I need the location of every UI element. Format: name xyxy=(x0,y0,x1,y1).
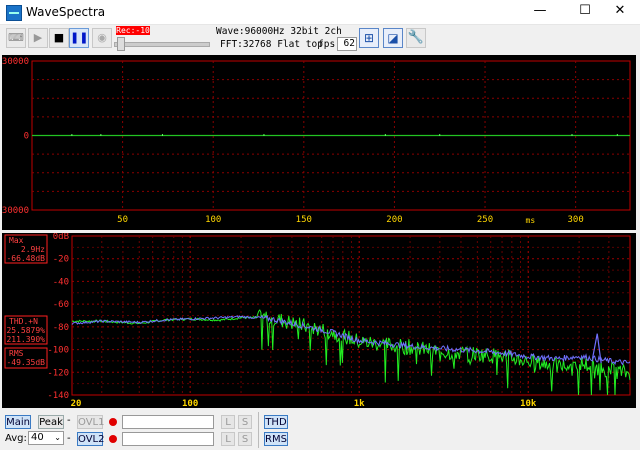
stop-icon: ■ xyxy=(53,31,65,44)
spectrum-panel[interactable]: 0dB -20 -40 -60 -80 -100 -120 -140 20 100 1k 10k Max… xyxy=(2,233,636,408)
record-level-slider-track[interactable] xyxy=(114,42,210,47)
spectrum-y-tick-label: -140 xyxy=(47,391,69,401)
play-button[interactable]: ▶ xyxy=(28,28,48,48)
wave-x-tick-label: 150 xyxy=(296,215,312,225)
wave-y-tick-label: 30000 xyxy=(2,57,29,67)
spectrum-settings-button[interactable]: ◪ xyxy=(383,28,403,48)
wrench-icon: 🔧 xyxy=(407,30,425,45)
spectrum-x-tick-label: 1k xyxy=(354,399,365,408)
waveform-panel[interactable]: 30000 0 -30000 50 100 150 200 250 300 ms xyxy=(2,55,636,230)
ovl1-button[interactable]: OVL1 xyxy=(77,415,104,429)
dash-1: - xyxy=(67,415,71,426)
device-settings-button[interactable]: ⌨ xyxy=(6,28,26,48)
ovl2-save-button[interactable]: S xyxy=(238,432,252,446)
wave-format-info: Wave:96000Hz 32bit 2ch xyxy=(216,26,342,37)
ovl1-field[interactable] xyxy=(122,415,214,429)
pause-icon: ❚❚ xyxy=(70,31,89,44)
spectrum-x-tick-label: 10k xyxy=(520,399,537,408)
wave-settings-button[interactable]: ⊞ xyxy=(359,28,379,48)
wave-x-tick-label: 50 xyxy=(117,215,128,225)
wave-x-unit-label: ms xyxy=(526,216,536,225)
pause-button[interactable]: ❚❚ xyxy=(69,28,89,48)
spectrum-y-tick-label: -20 xyxy=(53,255,69,265)
spectrum-y-tick-label: -40 xyxy=(53,277,69,287)
minimize-button[interactable]: — xyxy=(520,0,560,24)
rms-button[interactable]: RMS xyxy=(264,432,288,446)
close-button[interactable]: ✕ xyxy=(600,0,640,24)
record-level-slider-thumb[interactable] xyxy=(117,37,125,51)
waveform-chart: 30000 0 -30000 50 100 150 200 250 300 ms xyxy=(2,57,631,225)
spectrum-y-tick-label: -120 xyxy=(47,368,69,378)
chevron-down-icon: ⌄ xyxy=(54,433,61,442)
ovl2-field[interactable] xyxy=(122,432,214,446)
ovl2-load-button[interactable]: L xyxy=(221,432,235,446)
fft-info: FFT:32768 Flat top xyxy=(220,39,323,50)
stop-button[interactable]: ■ xyxy=(49,28,69,48)
max-title: Max xyxy=(9,236,24,245)
spectrum-y-tick-label: -100 xyxy=(47,346,69,356)
rms-value: -49.35dB xyxy=(6,358,45,367)
window-title: WaveSpectra xyxy=(26,5,106,19)
max-level: -66.48dB xyxy=(6,254,45,263)
device-icon: ⌨ xyxy=(8,31,24,44)
divider xyxy=(258,412,259,448)
avg-value: 40 xyxy=(31,432,44,443)
dash-2: - xyxy=(67,433,71,444)
wave-y-tick-label: 0 xyxy=(24,132,29,142)
ovl2-button[interactable]: OVL2 xyxy=(77,432,104,446)
main-button[interactable]: Main xyxy=(5,415,31,429)
thd-value-right: 211.390% xyxy=(6,335,45,344)
tools-button[interactable]: 🔧 xyxy=(406,28,426,48)
avg-select[interactable]: 40 ⌄ xyxy=(28,431,64,445)
spectrum-y-tick-label: -80 xyxy=(53,323,69,333)
thd-title: THD.+N xyxy=(9,317,38,326)
wave-x-tick-label: 100 xyxy=(205,215,221,225)
max-frequency: 2.9Hz xyxy=(21,245,45,254)
spectrum-y-tick-label: 0dB xyxy=(53,233,69,242)
record-icon: ◉ xyxy=(97,31,107,44)
ovl2-record-dot[interactable] xyxy=(109,435,117,443)
spectrum-settings-icon: ◪ xyxy=(387,31,399,45)
thd-button[interactable]: THD xyxy=(264,415,288,429)
avg-label: Avg: xyxy=(5,433,27,444)
ovl1-load-button[interactable]: L xyxy=(221,415,235,429)
spectrum-x-tick-label: 20 xyxy=(71,399,82,408)
fps-value: 62 xyxy=(337,37,357,51)
title-bar: WaveSpectra — ☐ ✕ xyxy=(0,0,640,25)
spectrum-y-tick-label: -60 xyxy=(53,300,69,310)
peak-button[interactable]: Peak xyxy=(38,415,64,429)
record-level-indicator: Rec:-10 xyxy=(116,26,150,35)
play-icon: ▶ xyxy=(33,31,43,44)
record-button[interactable]: ◉ xyxy=(92,28,112,48)
wave-x-tick-label: 300 xyxy=(568,215,584,225)
maximize-button[interactable]: ☐ xyxy=(565,0,605,24)
spectrum-x-tick-label: 100 xyxy=(182,399,198,408)
ovl1-record-dot[interactable] xyxy=(109,418,117,426)
wave-x-tick-label: 200 xyxy=(386,215,402,225)
wavespectra-app-icon xyxy=(6,5,22,21)
rms-title: RMS xyxy=(9,349,24,358)
spectrum-chart: 0dB -20 -40 -60 -80 -100 -120 -14020 100 1k 10k Max… xyxy=(4,233,631,408)
wave-settings-icon: ⊞ xyxy=(363,31,375,45)
wave-y-tick-label: -30000 xyxy=(2,206,29,216)
ovl1-save-button[interactable]: S xyxy=(238,415,252,429)
thd-value-left: 25.5879% xyxy=(6,326,45,335)
wave-x-tick-label: 250 xyxy=(477,215,493,225)
